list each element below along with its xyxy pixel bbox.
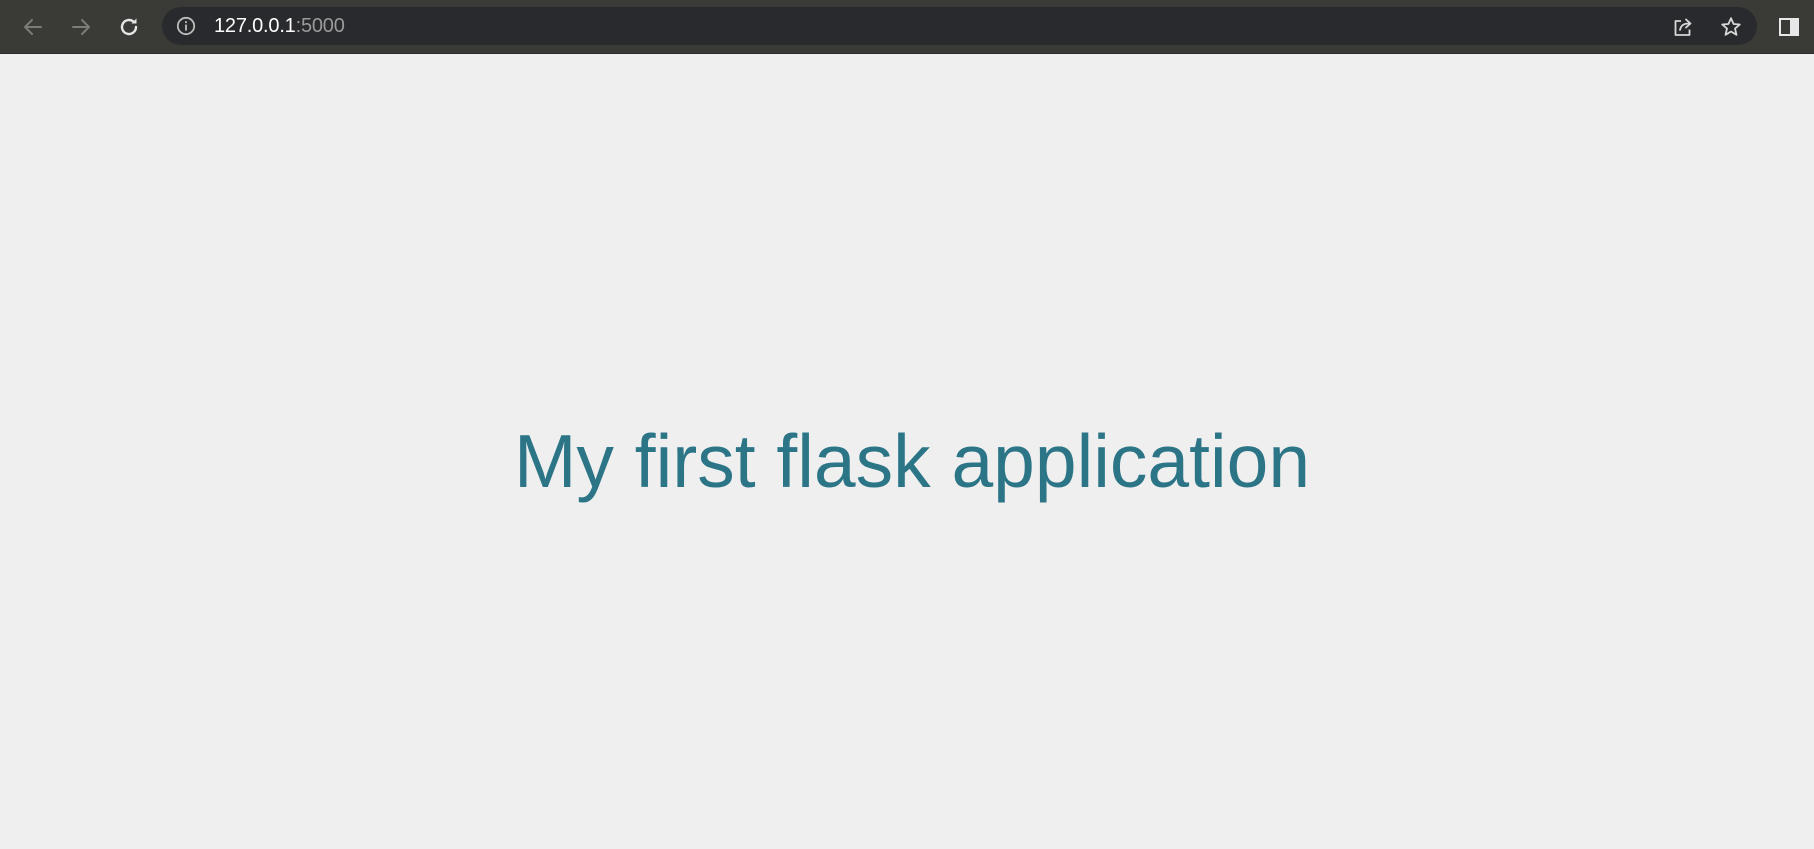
bookmark-button[interactable] — [1712, 8, 1750, 46]
page-heading: My first flask application — [513, 419, 1311, 503]
reload-icon — [120, 18, 138, 36]
share-button[interactable] — [1664, 8, 1702, 46]
star-icon — [1721, 17, 1741, 36]
forward-button[interactable] — [62, 8, 100, 46]
side-panel-button[interactable] — [1770, 8, 1808, 46]
arrow-right-icon — [72, 19, 90, 35]
url-host: 127.0.0.1 — [214, 15, 296, 37]
info-icon[interactable] — [176, 16, 196, 36]
browser-toolbar: 127.0.0.1:5000 — [0, 0, 1814, 54]
url-port: :5000 — [295, 15, 345, 37]
reload-button[interactable] — [110, 8, 148, 46]
back-button[interactable] — [14, 8, 52, 46]
share-icon — [1674, 18, 1692, 36]
address-bar[interactable]: 127.0.0.1:5000 — [162, 7, 1757, 45]
page-content: My first flask application — [0, 54, 1814, 849]
side-panel-icon — [1779, 18, 1799, 36]
url-text[interactable]: 127.0.0.1:5000 — [214, 7, 345, 45]
arrow-left-icon — [24, 19, 42, 35]
